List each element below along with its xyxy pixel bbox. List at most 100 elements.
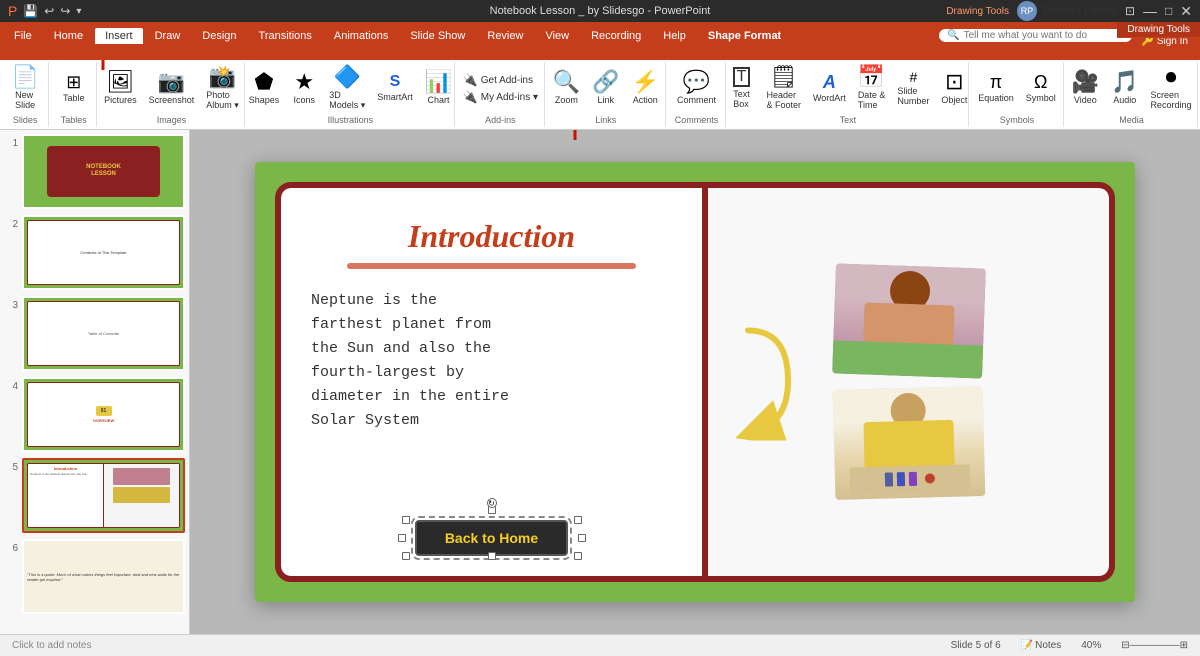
click-to-add-notes[interactable]: Click to add notes: [12, 640, 92, 651]
screen-recording-button[interactable]: ⏺ ScreenRecording: [1145, 64, 1196, 112]
chart-button[interactable]: 📊 Chart: [420, 64, 457, 112]
close-button[interactable]: ✕: [1180, 3, 1192, 20]
zoom-slider[interactable]: ⊟—————⊞: [1121, 640, 1188, 651]
slide-thumb-6[interactable]: 6 "This is a quote. Much of what makes t…: [4, 539, 185, 614]
slide-num-2: 2: [4, 219, 18, 230]
action-button[interactable]: ⚡ Action: [627, 64, 664, 112]
tables-group-label: Tables: [61, 115, 87, 125]
selection-handle-tr[interactable]: [574, 516, 582, 524]
quick-access-undo[interactable]: ↩: [44, 4, 54, 18]
tab-view[interactable]: View: [535, 28, 579, 44]
audio-icon: 🎵: [1111, 71, 1138, 93]
equation-icon: π: [990, 73, 1002, 91]
notes-toggle[interactable]: 📝 Notes: [1021, 640, 1062, 651]
comment-button[interactable]: 💬 Comment: [672, 64, 721, 112]
header-footer-icon: 🗒: [770, 66, 798, 88]
screen-recording-icon: ⏺: [1165, 66, 1176, 88]
zoom-icon: 🔍: [553, 71, 580, 93]
slide-body-text: Neptune is the farthest planet from the …: [311, 289, 672, 512]
slide-num-1: 1: [4, 138, 18, 149]
slide-number-icon: #: [909, 70, 917, 84]
slide-number-button[interactable]: # SlideNumber: [892, 64, 934, 112]
tab-design[interactable]: Design: [192, 28, 246, 44]
selection-handle-bl[interactable]: [402, 552, 410, 560]
title-bar-left: P 💾 ↩ ↪ ▾: [8, 3, 81, 19]
quick-access-redo[interactable]: ↪: [60, 4, 70, 18]
wordart-button[interactable]: A WordArt: [808, 64, 851, 112]
icons-icon: ★: [294, 71, 314, 93]
book-left-page: Introduction Neptune is the farthest pla…: [281, 188, 702, 576]
maximize-button[interactable]: □: [1165, 4, 1172, 18]
slide-thumb-1[interactable]: 1 NOTEBOOKLESSON: [4, 134, 185, 209]
selection-handle-mr[interactable]: [578, 534, 586, 542]
screenshot-icon: 📷: [158, 71, 185, 93]
ribbon-toolbar: 📄 NewSlide Slides ⊞ Table Tables 🖼 Pictu…: [0, 60, 1200, 130]
icons-button[interactable]: ★ Icons: [286, 64, 322, 112]
ribbon-group-media: 🎥 Video 🎵 Audio ⏺ ScreenRecording Media: [1066, 62, 1198, 127]
tab-review[interactable]: Review: [477, 28, 533, 44]
rotate-handle[interactable]: ↻: [487, 498, 497, 508]
quick-access-save[interactable]: 💾: [23, 4, 38, 18]
photo-album-button[interactable]: 📸 PhotoAlbum ▾: [201, 64, 244, 112]
pictures-button[interactable]: 🖼 Pictures: [99, 64, 142, 112]
my-addins-button[interactable]: 🔌 My Add-ins ▾: [460, 89, 541, 105]
main-area: 1 NOTEBOOKLESSON 2 Contents of This Temp…: [0, 130, 1200, 634]
tab-slideshow[interactable]: Slide Show: [400, 28, 475, 44]
symbol-button[interactable]: Ω Symbol: [1021, 64, 1061, 112]
links-group-label: Links: [595, 115, 616, 125]
tab-draw[interactable]: Draw: [145, 28, 191, 44]
3d-models-button[interactable]: 🔷 3DModels ▾: [324, 64, 370, 112]
ribbon-group-slides: 📄 NewSlide Slides: [2, 62, 49, 127]
slide-img-2: Contents of This Template: [22, 215, 185, 290]
zoom-button[interactable]: 🔍 Zoom: [548, 64, 585, 112]
smartart-button[interactable]: S SmartArt: [372, 64, 418, 112]
tab-insert[interactable]: Insert: [95, 28, 143, 44]
table-button[interactable]: ⊞ Table: [56, 64, 92, 112]
back-btn-container: ↻ Back to Home: [311, 520, 672, 556]
symbol-icon: Ω: [1034, 73, 1047, 91]
search-input[interactable]: [964, 30, 1124, 41]
selection-handle-ml[interactable]: [398, 534, 406, 542]
tab-animations[interactable]: Animations: [324, 28, 398, 44]
equation-button[interactable]: π Equation: [973, 64, 1019, 112]
tab-transitions[interactable]: Transitions: [249, 28, 322, 44]
new-slide-button[interactable]: 📄 NewSlide: [6, 64, 43, 112]
slide-img-6: "This is a quote. Much of what makes thi…: [22, 539, 185, 614]
title-bar: P 💾 ↩ ↪ ▾ Notebook Lesson _ by Slidesgo …: [0, 0, 1200, 22]
ribbon-display-options[interactable]: ⊡: [1125, 4, 1135, 18]
action-arrow-indicator: [560, 130, 590, 143]
slide-num-4: 4: [4, 381, 18, 392]
object-button[interactable]: ⊡ Object: [936, 64, 972, 112]
shapes-button[interactable]: ⬟ Shapes: [244, 64, 285, 112]
slide-thumb-5[interactable]: 5 Introduction Neptune is the farthest p…: [4, 458, 185, 533]
tab-recording[interactable]: Recording: [581, 28, 651, 44]
header-footer-button[interactable]: 🗒 Header& Footer: [761, 64, 806, 112]
drawing-tools-tab: Drawing Tools: [1117, 22, 1200, 38]
selection-handle-tl[interactable]: [402, 516, 410, 524]
text-box-button[interactable]: T TextBox: [723, 64, 759, 112]
tab-shape-format[interactable]: Shape Format: [698, 28, 791, 44]
chart-icon: 📊: [425, 71, 452, 93]
tab-help[interactable]: Help: [653, 28, 696, 44]
screenshot-button[interactable]: 📷 Screenshot: [144, 64, 200, 112]
video-button[interactable]: 🎥 Video: [1067, 64, 1104, 112]
slide-thumb-2[interactable]: 2 Contents of This Template: [4, 215, 185, 290]
tab-home[interactable]: Home: [44, 28, 93, 44]
back-to-home-button[interactable]: Back to Home: [415, 520, 568, 556]
search-area[interactable]: 🔍: [939, 29, 1131, 42]
slide-thumb-4[interactable]: 4 01 OVERVIEW: [4, 377, 185, 452]
decorative-arrow: [728, 321, 808, 444]
link-button[interactable]: 🔗 Link: [587, 64, 624, 112]
slide-thumb-3[interactable]: 3 Table of Contents: [4, 296, 185, 371]
title-bar-right: Drawing Tools RP Roshan Perera ⊡ — □ ✕: [946, 1, 1192, 21]
addins-group-label: Add-ins: [485, 115, 516, 125]
photo-album-icon: 📸: [209, 66, 236, 88]
date-time-button[interactable]: 📅 Date &Time: [853, 64, 891, 112]
get-addins-button[interactable]: 🔌 Get Add-ins: [460, 72, 541, 88]
audio-button[interactable]: 🎵 Audio: [1106, 64, 1143, 112]
tab-file[interactable]: File: [4, 28, 42, 44]
minimize-button[interactable]: —: [1143, 3, 1157, 19]
customize-qat[interactable]: ▾: [76, 6, 81, 17]
selection-handle-bm[interactable]: [488, 552, 496, 560]
selection-handle-br[interactable]: [574, 552, 582, 560]
